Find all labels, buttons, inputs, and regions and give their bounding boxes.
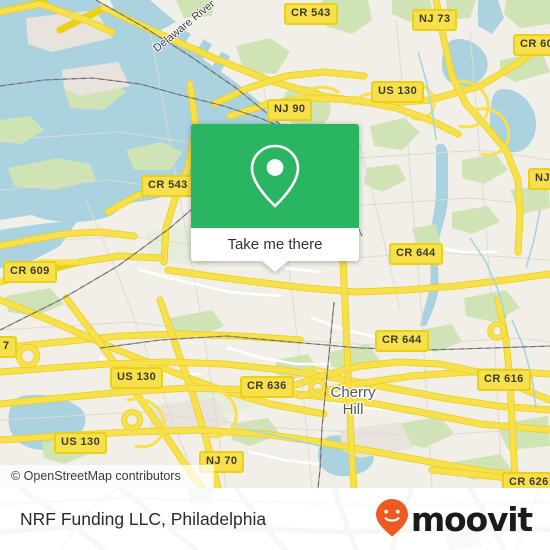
popup-pointer — [262, 261, 288, 272]
route-shield-cr-616: CR 616 — [477, 369, 531, 391]
route-shield-cr-644-upper: CR 644 — [389, 243, 443, 265]
route-shield-cr-626: CR 626 — [502, 472, 550, 488]
popup-header — [191, 124, 359, 228]
map-viewport[interactable]: .w { fill:#aad3df; } .g { fill:#cfe3b4; … — [0, 0, 550, 488]
route-shield-cr-607: CR 607 — [513, 34, 550, 56]
moovit-wordmark: moovit — [410, 499, 533, 539]
take-me-there-button[interactable]: Take me there — [191, 228, 359, 261]
route-shield-nj-partial: NJ — [528, 168, 550, 190]
route-shield-us-130-south: US 130 — [54, 432, 108, 454]
footer-bar: NRF Funding LLC, Philadelphia moovit — [0, 488, 550, 550]
route-shield-cr-609: CR 609 — [3, 261, 57, 283]
route-shield-us-130-north: US 130 — [371, 81, 425, 103]
moovit-pin-icon — [375, 497, 409, 542]
route-shield-nj-73: NJ 73 — [412, 9, 458, 31]
route-shield-us-130-mid: US 130 — [110, 367, 164, 389]
route-shield-cr-644-lower: CR 644 — [375, 330, 429, 352]
moovit-place-map-screen: .w { fill:#aad3df; } .g { fill:#cfe3b4; … — [0, 0, 550, 550]
location-popup-card[interactable]: Take me there — [191, 124, 359, 272]
route-shield-nj-90: NJ 90 — [267, 99, 313, 121]
map-pin-icon — [247, 142, 303, 210]
route-shield-cr-636: CR 636 — [240, 376, 294, 398]
moovit-logo[interactable]: moovit — [375, 488, 533, 550]
route-shield-7-partial: 7 — [0, 336, 17, 358]
map-attribution[interactable]: © OpenStreetMap contributors — [0, 465, 214, 488]
route-shield-cr-543-west: CR 543 — [141, 175, 195, 197]
route-shield-cr-543-north: CR 543 — [284, 3, 338, 25]
place-title: NRF Funding LLC, Philadelphia — [20, 509, 267, 529]
